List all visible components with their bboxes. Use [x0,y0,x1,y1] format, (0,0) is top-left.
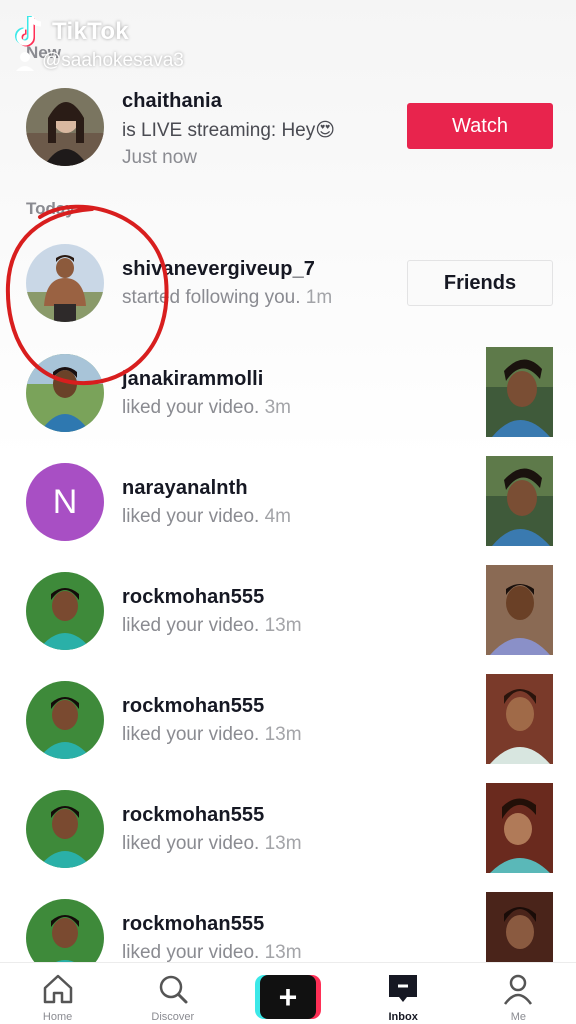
friends-button[interactable]: Friends [407,260,553,306]
timestamp: 13m [264,942,302,963]
watermark-handle: @saahokesava3 [42,50,184,71]
timestamp: 13m [264,724,302,745]
timestamp: 13m [264,833,302,854]
live-user-photo [26,88,104,166]
user-icon [16,52,34,71]
nav-label-discover: Discover [151,1011,195,1023]
timestamp: 4m [264,506,291,527]
like-message: liked your video. [122,506,260,527]
live-message: is LIVE streaming: Hey😍 [122,120,336,141]
avatar[interactable]: N [26,463,104,541]
video-thumbnail[interactable] [486,783,553,873]
thumbnail-image [486,565,553,655]
nav-label-me: Me [510,1011,526,1023]
video-thumbnail[interactable] [486,456,553,546]
like-message: liked your video. [122,833,260,854]
avatar[interactable] [26,244,104,322]
username[interactable]: narayanalnth [122,477,291,500]
avatar[interactable] [26,572,104,650]
plus-icon: + [259,975,316,1019]
thumbnail-image [486,674,553,764]
timestamp: 3m [264,397,291,418]
avatar[interactable] [26,681,104,759]
like-text: rockmohan555 liked your video. 13m [122,913,302,964]
watermark-brand: TikTok [52,18,129,45]
nav-me[interactable]: Me [468,963,568,1023]
follow-message: started following you. [122,287,301,308]
username[interactable]: janakirammolli [122,368,291,391]
search-icon [159,975,188,1004]
video-thumbnail[interactable] [486,674,553,764]
notification-like[interactable]: rockmohan555 liked your video. 13m [0,780,576,880]
nav-home[interactable]: Home [8,963,108,1023]
avatar[interactable] [26,88,104,166]
tiktok-watermark: TikTok @saahokesava3 [14,14,184,72]
like-message: liked your video. [122,397,260,418]
notification-like[interactable]: rockmohan555 liked your video. 13m [0,671,576,771]
timestamp: 1m [305,287,333,308]
username[interactable]: rockmohan555 [122,586,302,609]
liker-photo [26,681,104,759]
username[interactable]: shivanevergiveup_7 [122,258,332,281]
liker-photo [26,354,104,432]
home-icon [43,974,72,1004]
notification-like[interactable]: N narayanalnth liked your video. 4m [0,453,576,553]
timestamp: Just now [122,147,197,168]
avatar[interactable] [26,790,104,868]
username[interactable]: rockmohan555 [122,913,302,936]
like-text: janakirammolli liked your video. 3m [122,368,291,419]
notification-live[interactable]: chaithania is LIVE streaming: Hey😍 Just … [0,78,576,178]
thumbnail-image [486,783,553,873]
nav-label-home: Home [42,1011,73,1023]
nav-create[interactable]: + [238,963,338,1019]
follow-text: shivanevergiveup_7 started following you… [122,258,332,309]
live-text: chaithania is LIVE streaming: Hey😍 Just … [122,90,335,169]
like-text: rockmohan555 liked your video. 13m [122,586,302,637]
nav-discover[interactable]: Discover [123,963,223,1023]
like-message: liked your video. [122,615,260,636]
like-text: rockmohan555 liked your video. 13m [122,804,302,855]
like-text: rockmohan555 liked your video. 13m [122,695,302,746]
video-thumbnail[interactable] [486,347,553,437]
nav-label-inbox: Inbox [388,1011,418,1023]
notification-follow[interactable]: shivanevergiveup_7 started following you… [0,234,576,334]
liker-photo [26,790,104,868]
avatar[interactable] [26,354,104,432]
tiktok-logo-icon [15,15,42,47]
nav-inbox[interactable]: Inbox [353,963,453,1023]
thumbnail-image [486,347,553,437]
like-text: narayanalnth liked your video. 4m [122,477,291,528]
section-label-today: Today [26,199,75,218]
bottom-nav: Home Discover + Inbox Me [0,962,576,1024]
username[interactable]: rockmohan555 [122,695,302,718]
liker-photo [26,572,104,650]
username[interactable]: rockmohan555 [122,804,302,827]
notification-like[interactable]: rockmohan555 liked your video. 13m [0,562,576,662]
username[interactable]: chaithania [122,90,335,113]
create-button[interactable]: + [254,975,321,1019]
timestamp: 13m [264,615,302,636]
thumbnail-image [486,456,553,546]
inbox-icon [389,975,418,1002]
like-message: liked your video. [122,724,260,745]
inbox-screen: TikTok @saahokesava3 New chaithania is L… [0,0,576,1024]
like-message: liked your video. [122,942,260,963]
video-thumbnail[interactable] [486,565,553,655]
follower-photo [26,244,104,322]
profile-icon [504,974,533,1005]
notification-like[interactable]: janakirammolli liked your video. 3m [0,344,576,444]
watch-button[interactable]: Watch [407,103,553,149]
